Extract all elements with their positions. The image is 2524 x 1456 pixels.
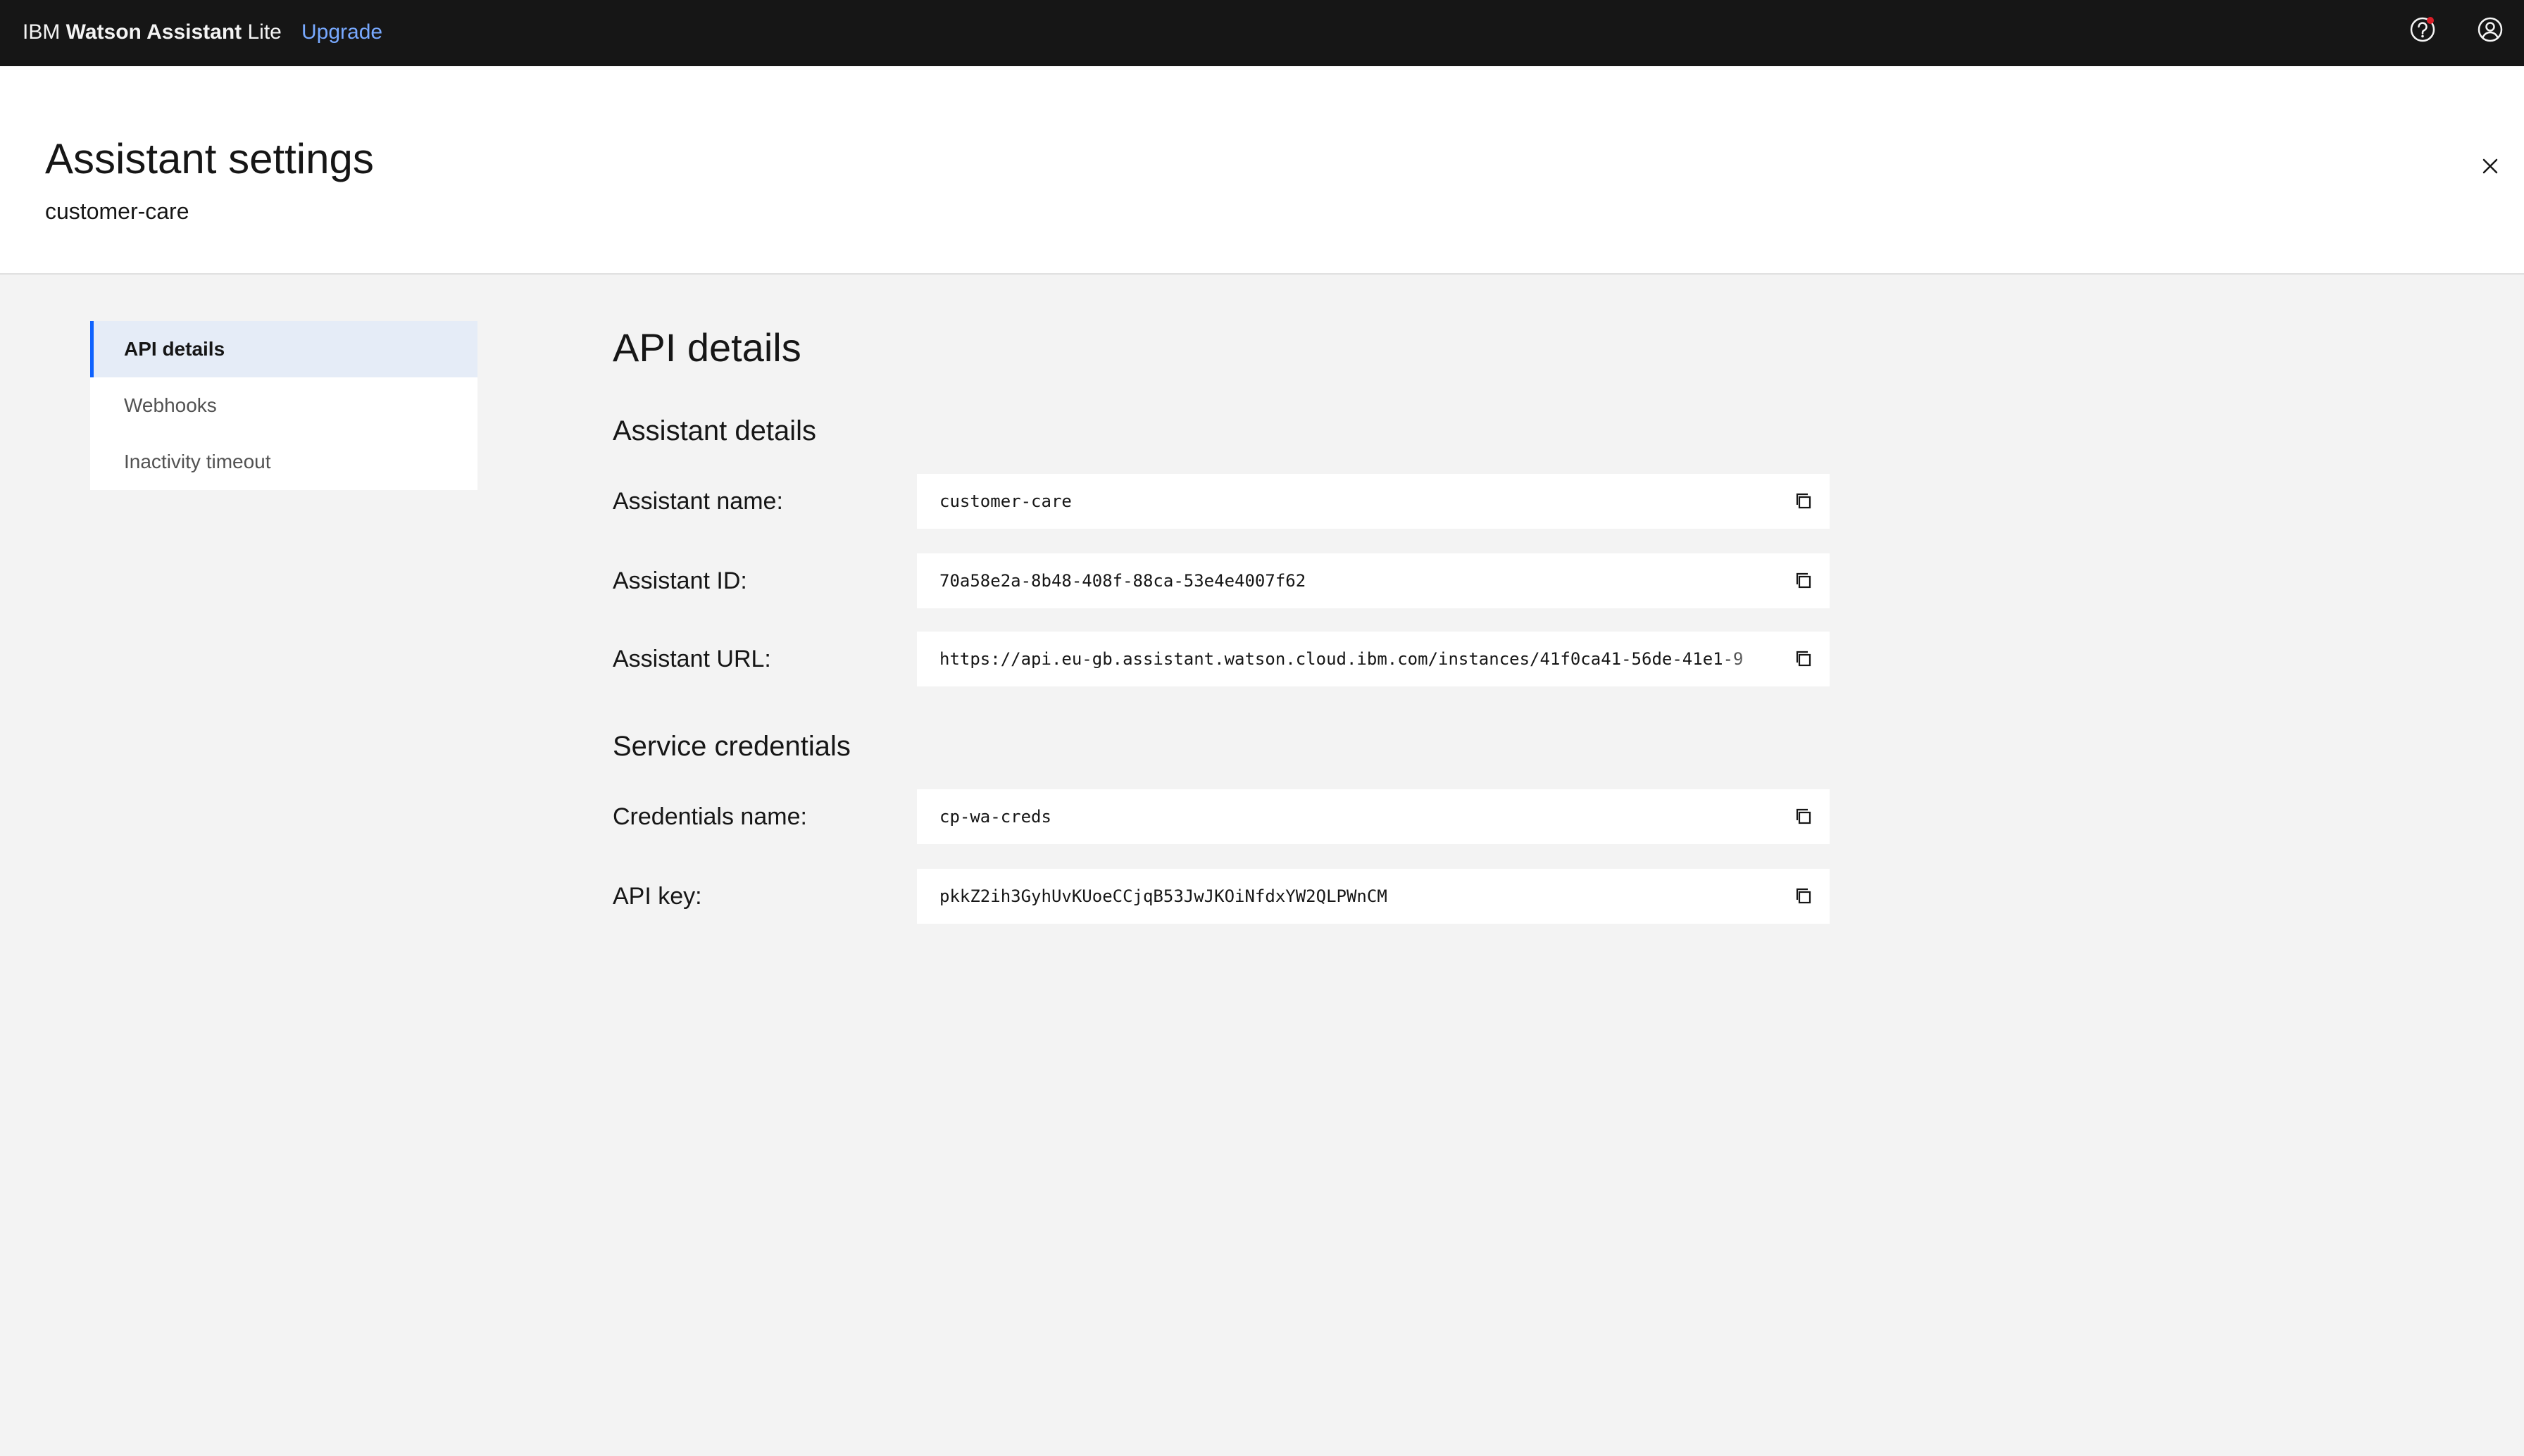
assistant-name-subtitle: customer-care	[45, 199, 189, 224]
assistant-url-field: https://api.eu-gb.assistant.watson.cloud…	[917, 632, 1830, 686]
user-avatar-icon[interactable]	[2475, 14, 2506, 45]
copy-icon[interactable]	[1790, 645, 1818, 673]
sidebar-item-inactivity-timeout[interactable]: Inactivity timeout	[90, 434, 477, 490]
api-key-label: API key:	[613, 883, 702, 910]
service-credentials-heading: Service credentials	[613, 731, 851, 762]
assistant-name-field: customer-care	[917, 474, 1830, 529]
upgrade-link[interactable]: Upgrade	[301, 18, 382, 46]
help-icon[interactable]	[2407, 14, 2438, 45]
page-title: Assistant settings	[45, 135, 374, 182]
assistant-name-label: Assistant name:	[613, 488, 783, 515]
sidebar-item-webhooks[interactable]: Webhooks	[90, 377, 477, 434]
copy-icon[interactable]	[1790, 882, 1818, 910]
assistant-url-label: Assistant URL:	[613, 646, 771, 672]
assistant-name-value[interactable]: customer-care	[939, 474, 1778, 529]
top-bar: IBM Watson Assistant Lite Upgrade	[0, 0, 2524, 66]
assistant-details-heading: Assistant details	[613, 415, 817, 446]
assistant-id-label: Assistant ID:	[613, 567, 747, 594]
copy-icon[interactable]	[1790, 487, 1818, 515]
credentials-name-label: Credentials name:	[613, 803, 807, 830]
api-key-field: pkkZ2ih3GyhUvKUoeCCjqB53JwJKOiNfdxYW2QLP…	[917, 869, 1830, 924]
credentials-name-value[interactable]: cp-wa-creds	[939, 789, 1778, 844]
copy-icon[interactable]	[1790, 803, 1818, 831]
assistant-id-field: 70a58e2a-8b48-408f-88ca-53e4e4007f62	[917, 553, 1830, 608]
copy-icon[interactable]	[1790, 567, 1818, 595]
sidebar-item-api-details[interactable]: API details	[90, 321, 477, 377]
brand-suffix: Lite	[242, 20, 282, 44]
brand-prefix: IBM	[23, 20, 66, 44]
api-key-value[interactable]: pkkZ2ih3GyhUvKUoeCCjqB53JwJKOiNfdxYW2QLP…	[939, 869, 1778, 924]
assistant-id-value[interactable]: 70a58e2a-8b48-408f-88ca-53e4e4007f62	[939, 553, 1778, 608]
brand-name: Watson Assistant	[65, 20, 242, 44]
settings-sidebar: API details Webhooks Inactivity timeout	[90, 321, 477, 490]
credentials-name-field: cp-wa-creds	[917, 789, 1830, 844]
assistant-url-value[interactable]: https://api.eu-gb.assistant.watson.cloud…	[939, 632, 1778, 686]
product-name: IBM Watson Assistant Lite	[23, 18, 282, 46]
notification-dot	[2427, 17, 2434, 24]
settings-header: Assistant settings customer-care	[0, 66, 2524, 275]
section-main-title: API details	[613, 325, 801, 370]
close-icon[interactable]	[2476, 152, 2504, 180]
